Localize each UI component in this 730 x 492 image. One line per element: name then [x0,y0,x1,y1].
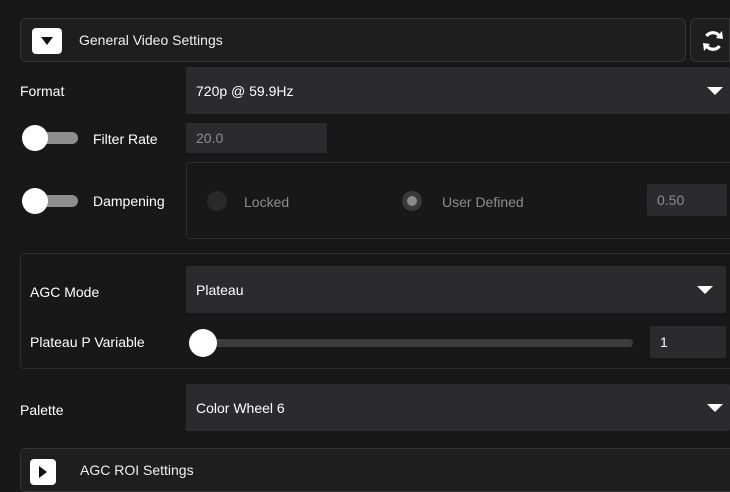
plateau-value: 1 [660,334,668,350]
filter-rate-value: 20.0 [196,130,224,146]
radio-locked[interactable] [207,191,227,211]
agc-roi-settings-title: AGC ROI Settings [80,462,194,478]
palette-dropdown[interactable]: Color Wheel 6 [186,384,730,431]
toggle-knob [22,188,48,214]
user-defined-option-label: User Defined [442,194,524,210]
dampening-value: 0.50 [657,192,685,208]
chevron-down-icon [41,37,53,45]
filter-rate-input[interactable]: 20.0 [186,123,327,153]
plateau-p-variable-label: Plateau P Variable [30,334,145,350]
chevron-right-icon [39,466,47,478]
dampening-options-panel: Locked User Defined 0.50 [186,162,730,239]
chevron-down-icon [707,403,723,412]
format-value: 720p @ 59.9Hz [196,82,294,99]
palette-label: Palette [20,402,64,418]
refresh-icon [703,31,723,51]
chevron-down-icon [697,285,713,294]
format-dropdown[interactable]: 720p @ 59.9Hz [186,67,730,114]
radio-selected-dot [407,196,417,206]
agc-mode-label: AGC Mode [30,284,100,300]
dampening-value-input[interactable]: 0.50 [647,184,727,216]
locked-option-label: Locked [244,194,290,210]
general-video-settings-title: General Video Settings [79,32,223,48]
toggle-knob [22,125,48,151]
plateau-value-input[interactable]: 1 [650,326,726,358]
agc-roi-settings-header[interactable]: AGC ROI Settings [20,448,730,492]
general-video-settings-header[interactable]: General Video Settings [20,18,686,62]
palette-value: Color Wheel 6 [196,399,285,416]
dampening-toggle[interactable] [20,187,80,215]
dampening-label: Dampening [93,193,165,209]
slider-track [199,339,633,347]
radio-user-defined[interactable] [402,191,422,211]
refresh-button[interactable] [690,18,730,62]
agc-panel: AGC Mode Plateau Plateau P Variable 1 [20,253,730,369]
plateau-slider[interactable] [189,328,637,358]
agc-mode-dropdown[interactable]: Plateau [186,266,726,313]
slider-handle[interactable] [189,329,217,357]
format-label: Format [20,83,65,99]
filter-rate-toggle[interactable] [20,124,80,152]
filter-rate-label: Filter Rate [93,131,158,147]
agc-mode-value: Plateau [196,281,244,298]
video-settings-window: { "general_header": { "title": "General … [0,0,730,492]
chevron-down-icon [707,86,723,95]
expand-roi-button[interactable] [30,459,56,485]
expand-general-button[interactable] [32,28,62,54]
